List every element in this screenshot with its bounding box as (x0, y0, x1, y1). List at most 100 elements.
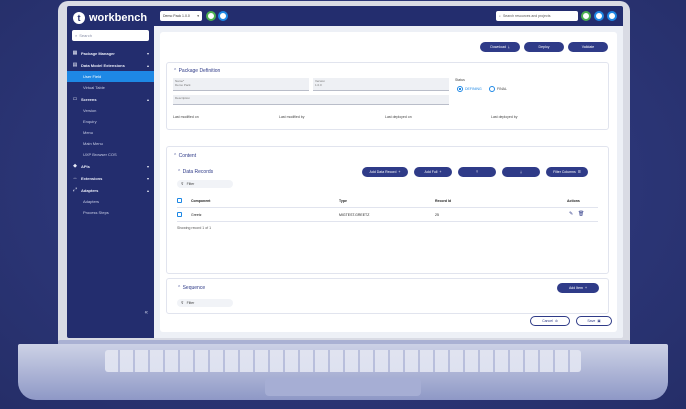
sidebar-item-label: Extensions (81, 175, 103, 181)
cancel-label: Cancel (542, 319, 553, 323)
content-title-text: Content (178, 153, 197, 159)
sidebar-subitem-virtual-table[interactable]: Virtual Table (67, 82, 154, 93)
sidebar-item-screens[interactable]: ▭ Screens ▴ (67, 93, 154, 105)
cancel-button[interactable]: Cancel ⊘ (530, 316, 570, 326)
sequence-section: ⌃ Sequence Add Item + ⊽ Filter (166, 278, 609, 314)
add-icon: + (439, 170, 442, 174)
download-records-button[interactable]: ⤓ (502, 167, 540, 177)
sidebar-item-data-model[interactable]: ▤ Data Model Extensions ▴ (67, 59, 154, 71)
add-icon: + (584, 286, 588, 290)
sidebar-subitem-adapters[interactable]: Adapters (67, 196, 154, 207)
globe-icon[interactable] (218, 11, 228, 21)
deploy-label: Deploy (538, 45, 550, 49)
sidebar-item-extensions[interactable]: ↔ Extensions ▾ (67, 172, 154, 184)
sidebar-item-apis[interactable]: ◆ APIs ▾ (67, 160, 154, 172)
environment-select[interactable]: Demo Pack 1.0.0 ▾ (160, 11, 202, 21)
status-radio-defining[interactable] (457, 86, 463, 92)
sequence-title[interactable]: ⌃ Sequence (177, 285, 205, 291)
add-item-button[interactable]: Add Item + (557, 283, 599, 293)
select-all-checkbox[interactable] (177, 198, 182, 203)
last-modified-on: Last modified on (173, 115, 199, 119)
extension-icon: ↔ (72, 175, 78, 181)
column-header-component[interactable]: Component (191, 199, 210, 203)
data-records-filter[interactable]: ⊽ Filter (177, 180, 233, 188)
top-search-input[interactable]: ⌕ Search resources and projects (496, 11, 578, 21)
upload-button[interactable]: ⤒ (458, 167, 496, 177)
chevron-down-icon: ▾ (146, 50, 149, 56)
screen-icon: ▭ (72, 96, 78, 102)
sidebar-item-label: Data Model Extensions (81, 62, 125, 68)
cancel-icon: ⊘ (554, 319, 558, 323)
package-definition-title-text: Package Definition (178, 68, 221, 74)
content-title[interactable]: ⌃ Content (173, 153, 196, 159)
sidebar-subitem-main-menu[interactable]: Main Menu (67, 138, 154, 149)
package-definition-section: ⌃ Package Definition Name* Demo Pack Ver… (166, 62, 609, 130)
add-item-label: Add Item (568, 286, 583, 290)
top-bar: Demo Pack 1.0.0 ▾ ⌕ Search resources and… (154, 6, 623, 26)
help-icon[interactable] (594, 11, 604, 21)
column-header-record-id[interactable]: Record Id (435, 199, 451, 203)
column-header-actions: Actions (567, 199, 580, 203)
sequence-title-text: Sequence (182, 285, 206, 291)
save-icon: ▣ (597, 319, 601, 323)
sidebar-subitem-enquiry[interactable]: Enquiry (67, 116, 154, 127)
sidebar-item-adapters[interactable]: ⤢ Adapters ▴ (67, 184, 154, 196)
version-field[interactable]: Version 1.0.0 (313, 78, 449, 91)
chevron-down-icon: ▾ (197, 14, 199, 18)
sidebar-subitem-process-steps[interactable]: Process Steps (67, 207, 154, 218)
status-label: Status (455, 78, 465, 82)
filter-icon: ⊽ (181, 182, 184, 186)
sequence-filter[interactable]: ⊽ Filter (177, 299, 233, 307)
package-icon: ▦ (72, 50, 78, 56)
download-button[interactable]: Download ⤓ (480, 42, 520, 52)
top-search-placeholder: Search resources and projects (502, 14, 551, 18)
download-icon: ⤓ (520, 170, 522, 174)
chevron-down-icon: ▾ (146, 163, 149, 169)
add-full-button[interactable]: Add Full + (414, 167, 452, 177)
adapter-icon: ⤢ (72, 187, 77, 193)
row-checkbox[interactable] (177, 212, 182, 217)
add-data-record-button[interactable]: Add Data Record + (362, 167, 408, 177)
divider (177, 221, 598, 222)
brand-logo-icon: t (73, 12, 85, 24)
upload-icon: ⤒ (476, 170, 478, 174)
save-button[interactable]: Save ▣ (576, 316, 612, 326)
download-label: Download (490, 45, 506, 49)
cell-record-id: 25 (435, 213, 439, 217)
sidebar-subitem-uxp-browser[interactable]: UXP Browser COS (67, 149, 154, 160)
sidebar: t workbench ⌕ Search ▦ Package Manager ▾… (67, 6, 154, 338)
last-modified-by: Last modified by (279, 115, 305, 119)
validate-button[interactable]: Validate (568, 42, 608, 52)
sidebar-subitem-user-field[interactable]: User Field (67, 71, 154, 82)
notifications-icon[interactable] (581, 11, 591, 21)
collapse-sidebar-button[interactable]: « (145, 310, 148, 316)
deploy-button[interactable]: Deploy (524, 42, 564, 52)
filter-columns-button[interactable]: Filter Columns ☰ (546, 167, 588, 177)
add-data-record-label: Add Data Record (369, 170, 397, 174)
search-icon: ⌕ (499, 14, 501, 18)
records-count: Showing record 1 of 1 (177, 226, 212, 230)
status-icon[interactable] (206, 11, 216, 21)
api-icon: ◆ (73, 163, 77, 169)
status-radio-final[interactable] (489, 86, 495, 92)
sidebar-search-input[interactable]: ⌕ Search (72, 30, 149, 41)
brand-name: workbench (89, 12, 148, 24)
package-panel: Download ⤓ Deploy Validate ⌃ Package Def… (160, 32, 617, 332)
last-deployed-by: Last deployed by (491, 115, 518, 119)
user-avatar-icon[interactable] (607, 11, 617, 21)
name-field[interactable]: Name* Demo Pack (173, 78, 309, 91)
description-field-label: Description (175, 96, 191, 100)
laptop-touchpad (265, 378, 421, 396)
delete-icon[interactable]: 🗑 (578, 211, 584, 217)
column-header-type[interactable]: Type (339, 199, 347, 203)
description-field[interactable]: Description (173, 95, 449, 105)
sidebar-item-label: Package Manager (81, 50, 115, 56)
add-full-label: Add Full (424, 170, 438, 174)
sidebar-subitem-version[interactable]: Version (67, 105, 154, 116)
sidebar-subitem-menu[interactable]: Menu (67, 127, 154, 138)
data-records-title[interactable]: ⌃ Data Records (177, 169, 213, 175)
edit-icon[interactable]: ✎ (569, 211, 573, 217)
package-definition-title[interactable]: ⌃ Package Definition (173, 68, 220, 74)
sidebar-item-label: Screens (81, 96, 97, 102)
sidebar-item-package-manager[interactable]: ▦ Package Manager ▾ (67, 47, 154, 59)
